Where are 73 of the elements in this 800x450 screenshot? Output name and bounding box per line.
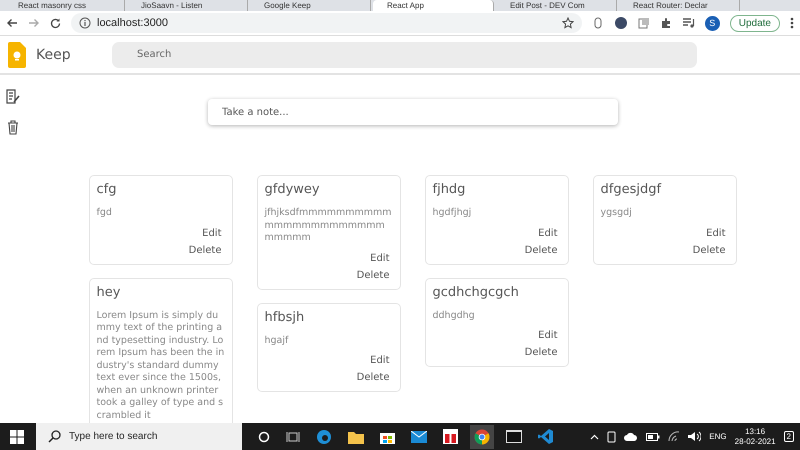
- browser-tab[interactable]: JioSaavn - Listen: [127, 0, 248, 11]
- note-input-field[interactable]: Take a note...: [208, 99, 618, 125]
- mail-envelope-icon[interactable]: [411, 430, 427, 442]
- phone-icon[interactable]: [607, 430, 616, 442]
- delete-button[interactable]: Delete: [690, 242, 728, 258]
- terminal-icon[interactable]: [506, 430, 522, 443]
- extension-icon[interactable]: [592, 17, 604, 29]
- gift-icon[interactable]: [443, 429, 458, 444]
- update-button[interactable]: Update: [730, 14, 780, 32]
- info-icon: [79, 17, 91, 29]
- lightbulb-logo-icon: [8, 42, 26, 68]
- language-indicator[interactable]: ENG: [709, 432, 727, 441]
- clock-time[interactable]: 13:16: [745, 426, 766, 436]
- chrome-browser-icon[interactable]: [474, 428, 490, 444]
- edit-button[interactable]: Edit: [535, 224, 560, 242]
- code-editor-icon[interactable]: [538, 429, 553, 444]
- browser-tab[interactable]: React App: [373, 0, 494, 11]
- search-field[interactable]: Search: [112, 42, 697, 68]
- edit-button[interactable]: Edit: [535, 327, 560, 344]
- wifi-icon[interactable]: [668, 431, 680, 442]
- address-bar[interactable]: localhost:3000: [71, 13, 582, 33]
- browser-tab[interactable]: React Router: Declar: [619, 0, 740, 11]
- note-text: Lorem Ipsum is simply dummy text of the printing and typesetting industry. Lorem Ipsum has been the industry's standard dummy text ever since the 1500s, when an unknown printer took a galley of type and scrambled it: [96, 310, 224, 422]
- notification-badge[interactable]: 2: [784, 431, 794, 442]
- delete-button[interactable]: Delete: [186, 242, 224, 258]
- note-title: fjhdg: [432, 182, 466, 197]
- note-text: jfhjksdfmmmmmmmmmmmmmmmmmmmmmmmmmmmm: [264, 207, 392, 244]
- battery-icon[interactable]: [646, 432, 660, 440]
- delete-button[interactable]: Delete: [522, 242, 560, 258]
- media-queue-icon[interactable]: [682, 17, 695, 29]
- puzzle-icon[interactable]: [660, 17, 672, 29]
- browser-tab[interactable]: Google Keep: [250, 0, 371, 11]
- edit-button[interactable]: Edit: [199, 224, 224, 242]
- note-text: ygsgdj: [600, 207, 633, 220]
- note-title: gfdywey: [264, 182, 321, 197]
- trash-icon[interactable]: [7, 120, 19, 135]
- back-icon[interactable]: [6, 18, 18, 28]
- chevron-up-icon[interactable]: [590, 434, 600, 440]
- cortana-circle-icon[interactable]: [258, 430, 270, 442]
- taskbar-search-field[interactable]: Type here to search: [36, 423, 242, 450]
- edge-browser-icon[interactable]: [316, 428, 332, 444]
- app-title: Keep: [36, 46, 72, 62]
- clock-date[interactable]: 28-02-2021: [734, 436, 776, 446]
- edit-button[interactable]: Edit: [703, 224, 728, 242]
- task-view-icon[interactable]: [286, 430, 300, 442]
- extension-icon[interactable]: [614, 16, 628, 30]
- edit-button[interactable]: Edit: [367, 250, 392, 266]
- browser-tab[interactable]: Edit Post - DEV Com: [496, 0, 617, 11]
- note-title: dfgesjdgf: [600, 182, 662, 197]
- reload-icon[interactable]: [50, 18, 61, 28]
- browser-tab[interactable]: React masonry css: [4, 0, 125, 11]
- delete-button[interactable]: Delete: [354, 369, 392, 386]
- delete-button[interactable]: Delete: [354, 266, 392, 284]
- delete-button[interactable]: Delete: [522, 344, 560, 361]
- windows-start-icon[interactable]: [10, 430, 24, 444]
- speaker-icon[interactable]: [688, 431, 702, 442]
- more-menu-icon[interactable]: [790, 17, 794, 29]
- note-title: hfbsjh: [264, 310, 306, 324]
- folder-icon[interactable]: [348, 430, 364, 444]
- search-icon: [48, 430, 61, 443]
- bookmark-star-icon[interactable]: [562, 17, 574, 29]
- extension-icon[interactable]: [638, 17, 650, 29]
- note-text: hgdfjhgj: [432, 207, 472, 220]
- note-title: gcdhchgcgch: [432, 284, 520, 300]
- note-text: hgajf: [264, 334, 290, 347]
- cloud-icon[interactable]: [624, 432, 638, 441]
- note-text: fgd: [96, 207, 113, 220]
- edit-button[interactable]: Edit: [367, 352, 392, 369]
- profile-avatar[interactable]: S: [704, 16, 720, 30]
- note-text: ddhgdhg: [432, 310, 476, 322]
- notes-icon[interactable]: [6, 89, 20, 104]
- note-title: cfg: [96, 182, 118, 197]
- note-title: hey: [96, 284, 122, 300]
